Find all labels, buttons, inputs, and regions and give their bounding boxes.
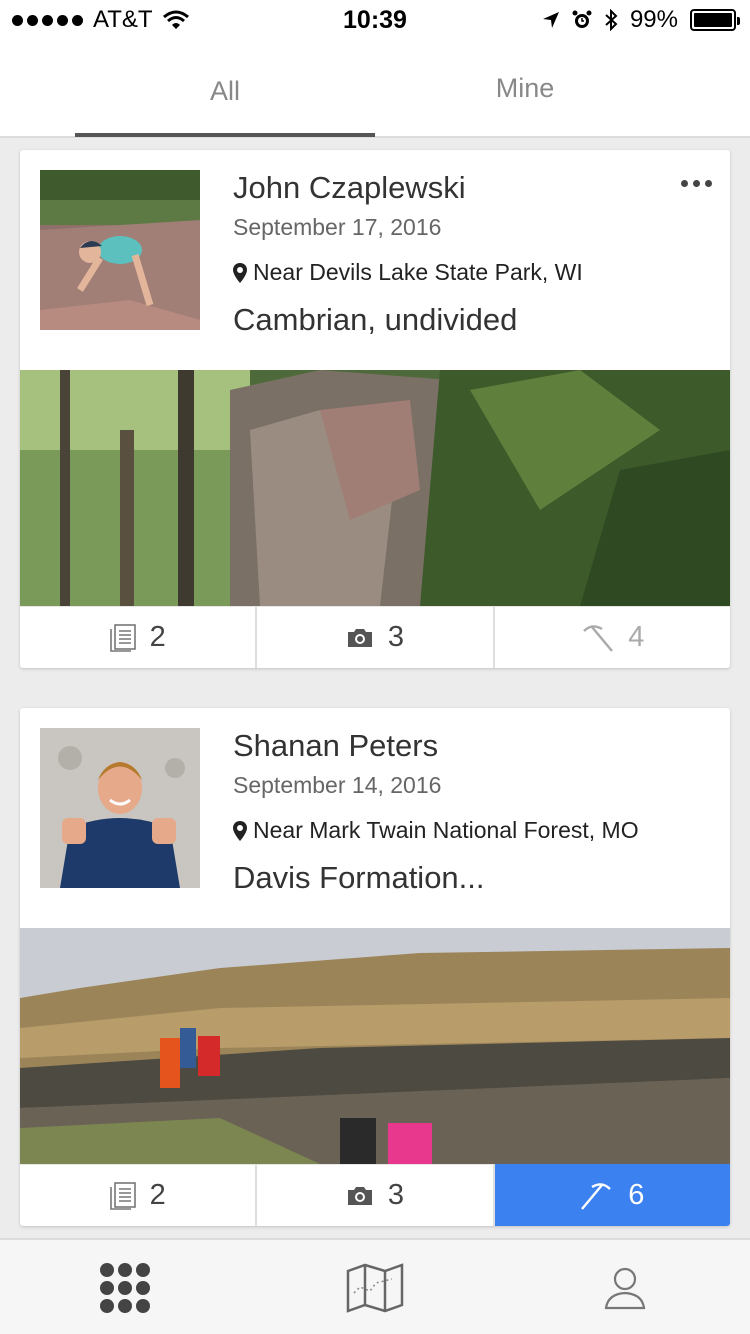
avatar[interactable] (40, 728, 200, 888)
checkin-date: September 17, 2016 (233, 214, 442, 240)
tab-bar: All Mine (0, 40, 750, 138)
geologic-unit: Davis Formation... (233, 860, 485, 895)
geologic-unit: Cambrian, undivided (233, 302, 518, 337)
camera-icon (347, 628, 372, 647)
tab-indicator (75, 133, 375, 137)
status-bar: AT&T 10:39 99% (0, 0, 750, 40)
battery-percent: 99% (629, 6, 678, 33)
map-pin-icon (233, 820, 247, 841)
notes-stat[interactable]: 2 (20, 606, 258, 668)
photos-count: 3 (387, 621, 405, 653)
more-icon[interactable] (681, 180, 712, 187)
notes-icon (109, 623, 136, 652)
hammer-icon (583, 624, 614, 652)
notes-icon (109, 1181, 136, 1210)
avatar-image (40, 170, 200, 330)
bottom-nav (0, 1238, 750, 1334)
samples-count: 6 (628, 1179, 645, 1211)
photo-image (20, 370, 730, 606)
checkin-date: September 14, 2016 (233, 772, 442, 798)
notes-stat[interactable]: 2 (20, 1164, 258, 1226)
checkin-photo[interactable] (20, 928, 730, 1164)
battery-icon (690, 9, 740, 31)
camera-icon (347, 1186, 372, 1205)
avatar[interactable] (40, 170, 200, 330)
checkin-location: Near Mark Twain National Forest, MO (233, 817, 639, 844)
location-arrow-icon (542, 12, 559, 28)
tab-all[interactable]: All (75, 40, 375, 136)
photos-stat[interactable]: 3 (257, 1164, 495, 1226)
hammer-icon (581, 1182, 612, 1210)
checkin-photo[interactable] (20, 370, 730, 606)
profile-icon (604, 1267, 646, 1310)
photos-stat[interactable]: 3 (257, 606, 495, 668)
grid-icon (100, 1263, 150, 1313)
map-pin-icon (233, 262, 247, 283)
nav-map[interactable] (250, 1240, 500, 1334)
samples-stat[interactable]: 4 (494, 606, 730, 668)
alarm-icon (572, 10, 592, 28)
map-icon (346, 1263, 404, 1313)
nav-profile[interactable] (500, 1240, 750, 1334)
location-label: Near Mark Twain National Forest, MO (253, 817, 639, 843)
checkin-location: Near Devils Lake State Park, WI (233, 259, 583, 286)
checkin-card[interactable]: John Czaplewski September 17, 2016 Near … (20, 150, 730, 668)
location-label: Near Devils Lake State Park, WI (253, 259, 583, 285)
nav-feed[interactable] (0, 1240, 250, 1334)
stats-bar: 2 3 4 (20, 606, 730, 668)
notes-count: 2 (149, 1179, 166, 1211)
bluetooth-icon (605, 9, 618, 31)
tab-mine[interactable]: Mine (375, 40, 675, 136)
photo-image (20, 928, 730, 1164)
samples-count: 4 (628, 621, 645, 653)
avatar-image (40, 728, 200, 888)
stats-bar: 2 3 6 (20, 1164, 730, 1226)
notes-count: 2 (149, 621, 166, 653)
author-name: Shanan Peters (233, 728, 439, 763)
author-name: John Czaplewski (233, 170, 466, 205)
samples-stat[interactable]: 6 (494, 1164, 730, 1226)
checkin-card[interactable]: Shanan Peters September 14, 2016 Near Ma… (20, 708, 730, 1226)
status-right: 99% (542, 6, 740, 34)
photos-count: 3 (387, 1179, 405, 1211)
